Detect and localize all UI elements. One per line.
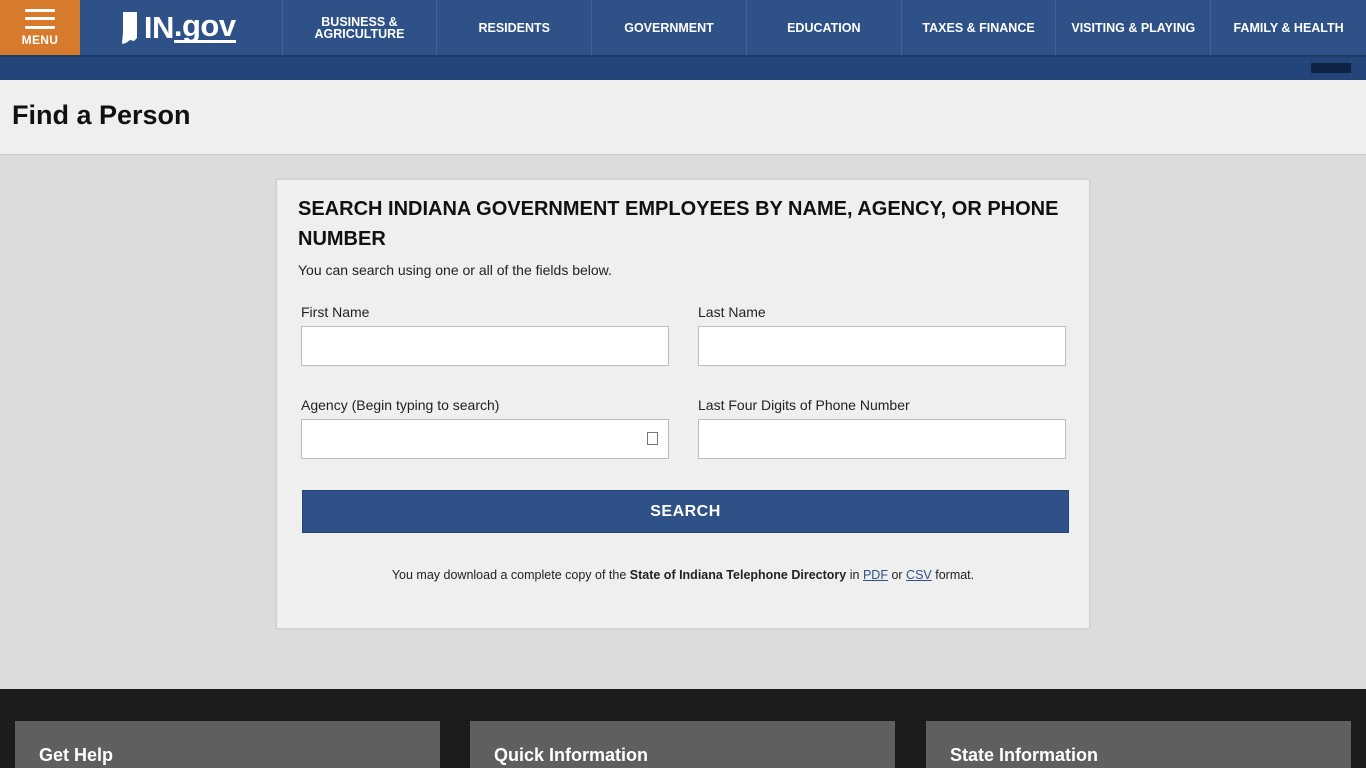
phone-digits-input[interactable]	[698, 419, 1066, 459]
indiana-state-icon	[121, 11, 137, 44]
nav-taxes-finance[interactable]: TAXES & FINANCE	[902, 0, 1057, 55]
menu-button[interactable]: MENU	[0, 0, 80, 55]
page-title: Find a Person	[12, 100, 191, 130]
menu-label: MENU	[21, 32, 59, 47]
first-name-input[interactable]	[301, 326, 669, 366]
footer-card-get-help[interactable]: Get Help	[15, 721, 440, 768]
in-gov-logo[interactable]: IN .gov	[80, 0, 283, 55]
download-note: You may download a complete copy of the …	[277, 568, 1089, 582]
pdf-download-link[interactable]: PDF	[863, 568, 888, 582]
search-card: SEARCH INDIANA GOVERNMENT EMPLOYEES BY N…	[276, 179, 1090, 629]
search-instructions: You can search using one or all of the f…	[298, 262, 612, 278]
nav-visiting-playing[interactable]: VISITING & PLAYING	[1056, 0, 1212, 55]
download-in: in	[849, 568, 860, 582]
top-navigation: MENU IN .gov BUSINESS & AGRICULTURE RESID…	[0, 0, 1366, 55]
last-name-label: Last Name	[698, 304, 766, 320]
nav-education[interactable]: EDUCATION	[747, 0, 902, 55]
footer-card-label: Quick Information	[494, 745, 649, 765]
download-prefix: You may download a complete copy of the	[391, 568, 627, 582]
first-name-label: First Name	[301, 304, 370, 320]
download-or: or	[891, 568, 903, 582]
autocomplete-icon	[647, 432, 658, 445]
nav-business-agriculture[interactable]: BUSINESS & AGRICULTURE	[283, 0, 438, 55]
search-heading: SEARCH INDIANA GOVERNMENT EMPLOYEES BY N…	[298, 198, 1059, 250]
hamburger-icon	[24, 8, 55, 29]
footer-card-label: State Information	[950, 745, 1099, 765]
logo-text: IN	[143, 9, 175, 45]
footer: Get Help Quick Information State Informa…	[0, 689, 1366, 768]
secondary-bar	[0, 55, 1366, 80]
nav-residents[interactable]: RESIDENTS	[437, 0, 593, 55]
footer-card-state-information[interactable]: State Information	[926, 721, 1351, 768]
secondary-bar-button[interactable]	[1311, 63, 1351, 73]
footer-card-quick-information[interactable]: Quick Information	[470, 721, 895, 768]
logo-suffix: .gov	[173, 8, 236, 43]
page-title-bar: Find a Person	[0, 80, 1366, 155]
agency-input[interactable]	[301, 419, 669, 459]
nav-government[interactable]: GOVERNMENT	[592, 0, 747, 55]
agency-label: Agency (Begin typing to search)	[301, 397, 500, 413]
csv-download-link[interactable]: CSV	[906, 568, 932, 582]
phone-label: Last Four Digits of Phone Number	[698, 397, 910, 413]
directory-name: State of Indiana Telephone Directory	[629, 568, 847, 582]
nav-family-health[interactable]: FAMILY & HEALTH	[1211, 0, 1366, 55]
footer-card-label: Get Help	[39, 745, 114, 765]
search-button[interactable]: SEARCH	[302, 490, 1069, 533]
download-suffix: format.	[935, 568, 975, 582]
last-name-input[interactable]	[698, 326, 1066, 366]
